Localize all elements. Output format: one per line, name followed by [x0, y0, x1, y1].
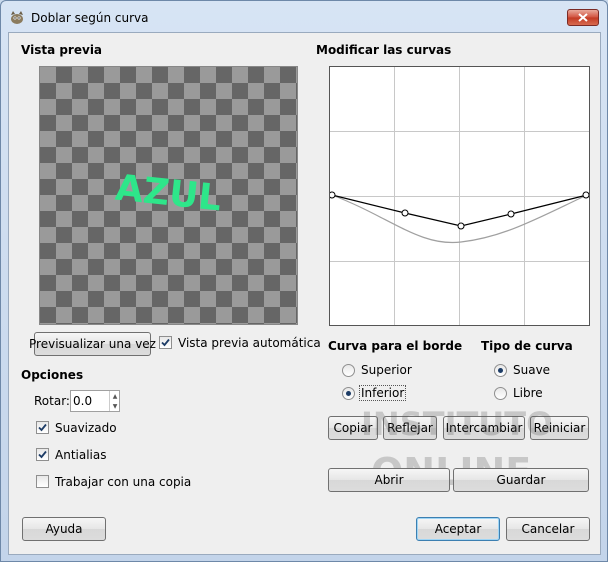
dialog-window: Doblar según curva Vista previa AZUL Pre…	[0, 0, 608, 562]
curve-type-heading: Tipo de curva	[481, 339, 573, 353]
work-on-copy-checkbox[interactable]	[36, 475, 49, 488]
antialias-label: Antialias	[55, 448, 107, 462]
curve-point[interactable]	[328, 191, 336, 199]
preview-area: AZUL	[39, 66, 298, 325]
checkmark-icon	[38, 450, 47, 459]
preview-once-button[interactable]: Previsualizar una vez	[29, 332, 156, 356]
options-heading: Opciones	[21, 368, 84, 382]
save-button-label: Guardar	[496, 473, 546, 487]
copy-button[interactable]: Copiar	[328, 416, 378, 440]
curve-point[interactable]	[507, 210, 515, 218]
reset-button[interactable]: Reiniciar	[530, 416, 589, 440]
open-button[interactable]: Abrir	[328, 468, 450, 492]
preview-once-label: Previsualizar una vez	[29, 337, 156, 351]
radio-dot-icon	[498, 368, 503, 373]
checkmark-icon	[161, 338, 170, 347]
smoothing-label: Suavizado	[55, 421, 117, 435]
ok-button-label: Aceptar	[434, 522, 482, 536]
help-button[interactable]: Ayuda	[22, 517, 106, 541]
help-button-label: Ayuda	[45, 522, 83, 536]
gimp-icon	[11, 11, 23, 24]
edge-lower-label: Inferior	[359, 385, 407, 401]
curve-point[interactable]	[401, 209, 409, 217]
mirror-button[interactable]: Reflejar	[383, 416, 437, 440]
radio-dot-icon	[346, 391, 351, 396]
curves-heading: Modificar las curvas	[316, 43, 452, 57]
title-bar[interactable]: Doblar según curva	[1, 1, 607, 33]
type-free-radio[interactable]	[494, 387, 507, 400]
rotate-input[interactable]	[73, 393, 107, 409]
type-free-label: Libre	[513, 386, 543, 400]
spin-up-icon[interactable]: ▲	[110, 391, 120, 401]
checkmark-icon	[38, 423, 47, 432]
reset-button-label: Reiniciar	[533, 421, 586, 435]
swap-button-label: Intercambiar	[445, 421, 523, 435]
edge-lower-radio[interactable]	[342, 387, 355, 400]
close-icon	[578, 13, 588, 22]
swap-button[interactable]: Intercambiar	[443, 416, 525, 440]
edge-upper-radio[interactable]	[342, 364, 355, 377]
copy-button-label: Copiar	[333, 421, 373, 435]
auto-preview-checkbox[interactable]	[159, 336, 172, 349]
dialog-content: Vista previa AZUL Previsualizar una vez …	[8, 32, 601, 555]
save-button[interactable]: Guardar	[453, 468, 589, 492]
rotate-label: Rotar:	[34, 394, 70, 408]
preview-canvas: AZUL	[113, 168, 223, 220]
edge-upper-label: Superior	[361, 363, 412, 377]
curve-canvas[interactable]	[328, 67, 590, 325]
auto-preview-label: Vista previa automática	[178, 336, 321, 350]
edge-heading: Curva para el borde	[328, 339, 463, 353]
open-button-label: Abrir	[374, 473, 404, 487]
curve-point[interactable]	[457, 222, 465, 230]
ok-button[interactable]: Aceptar	[416, 517, 500, 541]
smoothing-checkbox[interactable]	[36, 421, 49, 434]
type-smooth-label: Suave	[513, 363, 551, 377]
preview-heading: Vista previa	[21, 43, 103, 57]
close-button[interactable]	[567, 9, 599, 26]
preview-text: AZUL	[113, 168, 223, 220]
curve-point[interactable]	[582, 191, 590, 199]
rotate-spin-arrows[interactable]: ▲ ▼	[109, 391, 120, 411]
window-title: Doblar según curva	[31, 11, 149, 25]
antialias-checkbox[interactable]	[36, 448, 49, 461]
rotate-spinbox[interactable]: ▲ ▼	[70, 390, 120, 412]
spin-down-icon[interactable]: ▼	[110, 401, 120, 411]
cancel-button[interactable]: Cancelar	[506, 517, 590, 541]
work-on-copy-label: Trabajar con una copia	[55, 475, 192, 489]
cancel-button-label: Cancelar	[521, 522, 575, 536]
mirror-button-label: Reflejar	[387, 421, 433, 435]
curve-editor[interactable]	[328, 66, 590, 326]
curve-grid	[330, 67, 589, 325]
type-smooth-radio[interactable]	[494, 364, 507, 377]
